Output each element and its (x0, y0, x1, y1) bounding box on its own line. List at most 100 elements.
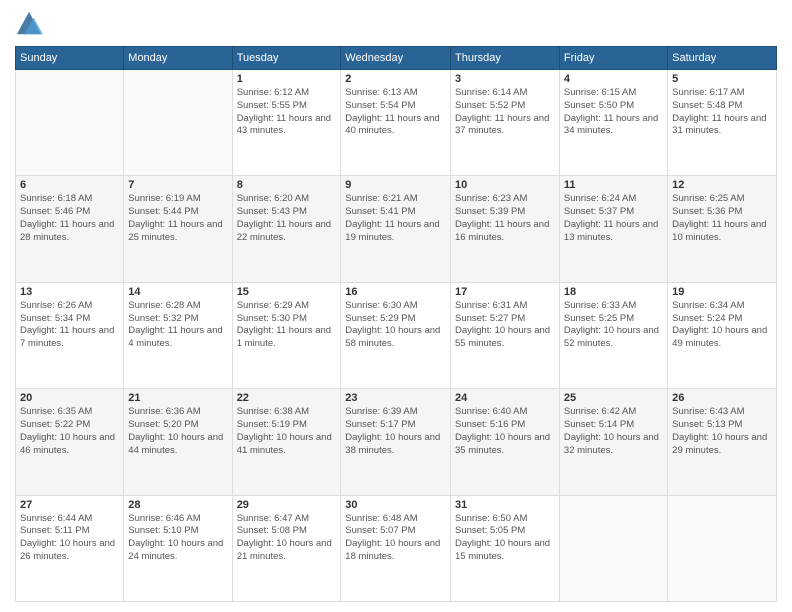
calendar-week-row: 27 Sunrise: 6:44 AM Sunset: 5:11 PM Dayli… (16, 495, 777, 601)
day-number: 4 (564, 73, 663, 85)
day-number: 31 (455, 499, 555, 511)
day-info: Sunrise: 6:38 AM Sunset: 5:19 PM Dayligh… (237, 406, 337, 457)
calendar-cell: 25 Sunrise: 6:42 AM Sunset: 5:14 PM Dayli… (559, 389, 667, 495)
day-number: 2 (345, 73, 446, 85)
day-info: Sunrise: 6:44 AM Sunset: 5:11 PM Dayligh… (20, 513, 119, 564)
day-number: 14 (128, 286, 227, 298)
calendar-cell: 12Sunrise: 6:25 AM Sunset: 5:36 PM Dayli… (668, 176, 777, 282)
day-number: 10 (455, 179, 555, 191)
calendar-cell: 23Sunrise: 6:39 AM Sunset: 5:17 PM Dayli… (341, 389, 451, 495)
day-info: Sunrise: 6:21 AM Sunset: 5:41 PM Dayligh… (345, 193, 446, 244)
calendar-week-row: 1 Sunrise: 6:12 AM Sunset: 5:55 PM Daylig… (16, 70, 777, 176)
day-info: Sunrise: 6:18 AM Sunset: 5:46 PM Dayligh… (20, 193, 119, 244)
day-number: 25 (564, 392, 663, 404)
day-info: Sunrise: 6:39 AM Sunset: 5:17 PM Dayligh… (345, 406, 446, 457)
calendar-cell (124, 70, 232, 176)
day-info: Sunrise: 6:19 AM Sunset: 5:44 PM Dayligh… (128, 193, 227, 244)
page: SundayMondayTuesdayWednesdayThursdayFrid… (0, 0, 792, 612)
logo-icon (15, 10, 43, 38)
day-info: Sunrise: 6:15 AM Sunset: 5:50 PM Dayligh… (564, 87, 663, 138)
calendar-cell: 3Sunrise: 6:14 AM Sunset: 5:52 PM Daylig… (451, 70, 560, 176)
calendar-cell: 21 Sunrise: 6:36 AM Sunset: 5:20 PM Dayli… (124, 389, 232, 495)
calendar-cell: 31 Sunrise: 6:50 AM Sunset: 5:05 PM Dayli… (451, 495, 560, 601)
header-row: SundayMondayTuesdayWednesdayThursdayFrid… (16, 47, 777, 70)
logo (15, 10, 47, 38)
calendar-week-row: 13 Sunrise: 6:26 AM Sunset: 5:34 PM Dayli… (16, 282, 777, 388)
day-number: 7 (128, 179, 227, 191)
calendar-cell: 11 Sunrise: 6:24 AM Sunset: 5:37 PM Dayli… (559, 176, 667, 282)
day-number: 20 (20, 392, 119, 404)
day-of-week-header: Sunday (16, 47, 124, 70)
calendar-cell: 8 Sunrise: 6:20 AM Sunset: 5:43 PM Daylig… (232, 176, 341, 282)
day-number: 12 (672, 179, 772, 191)
day-info: Sunrise: 6:29 AM Sunset: 5:30 PM Dayligh… (237, 300, 337, 351)
day-info: Sunrise: 6:31 AM Sunset: 5:27 PM Dayligh… (455, 300, 555, 351)
calendar-cell: 28Sunrise: 6:46 AM Sunset: 5:10 PM Dayli… (124, 495, 232, 601)
day-info: Sunrise: 6:40 AM Sunset: 5:16 PM Dayligh… (455, 406, 555, 457)
day-number: 18 (564, 286, 663, 298)
calendar-cell: 1 Sunrise: 6:12 AM Sunset: 5:55 PM Daylig… (232, 70, 341, 176)
day-number: 15 (237, 286, 337, 298)
day-number: 11 (564, 179, 663, 191)
calendar-cell: 17 Sunrise: 6:31 AM Sunset: 5:27 PM Dayli… (451, 282, 560, 388)
calendar-cell: 30 Sunrise: 6:48 AM Sunset: 5:07 PM Dayli… (341, 495, 451, 601)
day-of-week-header: Thursday (451, 47, 560, 70)
day-info: Sunrise: 6:47 AM Sunset: 5:08 PM Dayligh… (237, 513, 337, 564)
day-info: Sunrise: 6:48 AM Sunset: 5:07 PM Dayligh… (345, 513, 446, 564)
day-number: 24 (455, 392, 555, 404)
day-number: 1 (237, 73, 337, 85)
calendar-cell: 24 Sunrise: 6:40 AM Sunset: 5:16 PM Dayli… (451, 389, 560, 495)
day-number: 17 (455, 286, 555, 298)
day-number: 3 (455, 73, 555, 85)
day-number: 5 (672, 73, 772, 85)
day-of-week-header: Monday (124, 47, 232, 70)
day-number: 21 (128, 392, 227, 404)
day-number: 29 (237, 499, 337, 511)
calendar-cell: 9Sunrise: 6:21 AM Sunset: 5:41 PM Daylig… (341, 176, 451, 282)
day-number: 22 (237, 392, 337, 404)
calendar-cell: 29 Sunrise: 6:47 AM Sunset: 5:08 PM Dayli… (232, 495, 341, 601)
day-of-week-header: Tuesday (232, 47, 341, 70)
day-number: 16 (345, 286, 446, 298)
day-number: 6 (20, 179, 119, 191)
calendar-cell: 19Sunrise: 6:34 AM Sunset: 5:24 PM Dayli… (668, 282, 777, 388)
day-info: Sunrise: 6:28 AM Sunset: 5:32 PM Dayligh… (128, 300, 227, 351)
header (15, 10, 777, 38)
calendar-cell: 10 Sunrise: 6:23 AM Sunset: 5:39 PM Dayli… (451, 176, 560, 282)
calendar-cell: 14 Sunrise: 6:28 AM Sunset: 5:32 PM Dayli… (124, 282, 232, 388)
day-info: Sunrise: 6:36 AM Sunset: 5:20 PM Dayligh… (128, 406, 227, 457)
calendar-cell: 15 Sunrise: 6:29 AM Sunset: 5:30 PM Dayli… (232, 282, 341, 388)
day-number: 8 (237, 179, 337, 191)
calendar-cell: 6 Sunrise: 6:18 AM Sunset: 5:46 PM Daylig… (16, 176, 124, 282)
day-of-week-header: Friday (559, 47, 667, 70)
day-number: 27 (20, 499, 119, 511)
calendar-cell: 4 Sunrise: 6:15 AM Sunset: 5:50 PM Daylig… (559, 70, 667, 176)
day-info: Sunrise: 6:17 AM Sunset: 5:48 PM Dayligh… (672, 87, 772, 138)
day-info: Sunrise: 6:20 AM Sunset: 5:43 PM Dayligh… (237, 193, 337, 244)
calendar-cell: 22 Sunrise: 6:38 AM Sunset: 5:19 PM Dayli… (232, 389, 341, 495)
day-info: Sunrise: 6:30 AM Sunset: 5:29 PM Dayligh… (345, 300, 446, 351)
day-info: Sunrise: 6:33 AM Sunset: 5:25 PM Dayligh… (564, 300, 663, 351)
day-info: Sunrise: 6:46 AM Sunset: 5:10 PM Dayligh… (128, 513, 227, 564)
day-info: Sunrise: 6:24 AM Sunset: 5:37 PM Dayligh… (564, 193, 663, 244)
day-info: Sunrise: 6:43 AM Sunset: 5:13 PM Dayligh… (672, 406, 772, 457)
day-info: Sunrise: 6:12 AM Sunset: 5:55 PM Dayligh… (237, 87, 337, 138)
day-info: Sunrise: 6:34 AM Sunset: 5:24 PM Dayligh… (672, 300, 772, 351)
calendar-cell: 13 Sunrise: 6:26 AM Sunset: 5:34 PM Dayli… (16, 282, 124, 388)
calendar-cell: 2Sunrise: 6:13 AM Sunset: 5:54 PM Daylig… (341, 70, 451, 176)
day-info: Sunrise: 6:23 AM Sunset: 5:39 PM Dayligh… (455, 193, 555, 244)
day-info: Sunrise: 6:42 AM Sunset: 5:14 PM Dayligh… (564, 406, 663, 457)
calendar-cell: 20Sunrise: 6:35 AM Sunset: 5:22 PM Dayli… (16, 389, 124, 495)
calendar-cell (668, 495, 777, 601)
day-number: 13 (20, 286, 119, 298)
day-info: Sunrise: 6:50 AM Sunset: 5:05 PM Dayligh… (455, 513, 555, 564)
calendar-week-row: 6 Sunrise: 6:18 AM Sunset: 5:46 PM Daylig… (16, 176, 777, 282)
calendar-cell: 27 Sunrise: 6:44 AM Sunset: 5:11 PM Dayli… (16, 495, 124, 601)
day-number: 30 (345, 499, 446, 511)
calendar-cell: 5 Sunrise: 6:17 AM Sunset: 5:48 PM Daylig… (668, 70, 777, 176)
calendar-cell: 26Sunrise: 6:43 AM Sunset: 5:13 PM Dayli… (668, 389, 777, 495)
day-of-week-header: Saturday (668, 47, 777, 70)
day-info: Sunrise: 6:26 AM Sunset: 5:34 PM Dayligh… (20, 300, 119, 351)
calendar-cell: 16 Sunrise: 6:30 AM Sunset: 5:29 PM Dayli… (341, 282, 451, 388)
calendar-cell: 7 Sunrise: 6:19 AM Sunset: 5:44 PM Daylig… (124, 176, 232, 282)
